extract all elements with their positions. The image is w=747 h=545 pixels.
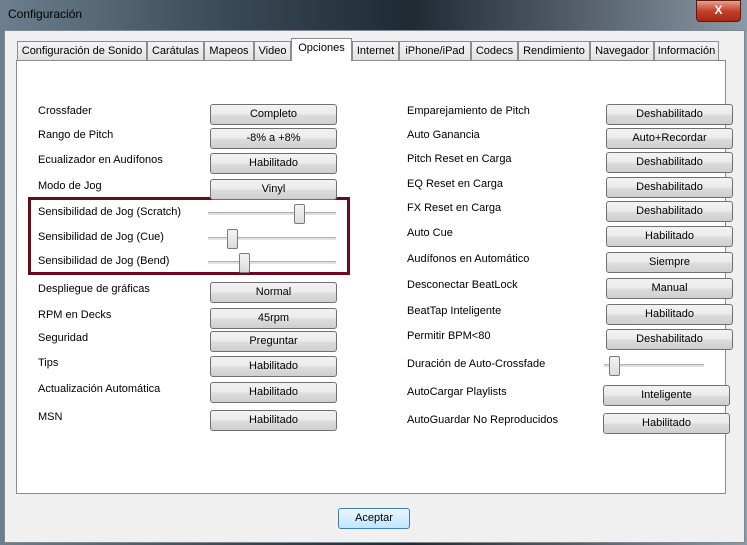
setting-button[interactable]: Habilitado bbox=[606, 304, 733, 325]
setting-label: Duración de Auto-Crossfade bbox=[407, 358, 546, 370]
setting-button[interactable]: Habilitado bbox=[210, 382, 337, 403]
tab-iphone-ipad[interactable]: iPhone/iPad bbox=[399, 41, 471, 60]
setting-button[interactable]: Auto+Recordar bbox=[606, 128, 733, 149]
title-bar bbox=[0, 0, 747, 30]
setting-label: Audífonos en Automático bbox=[407, 253, 530, 265]
setting-button[interactable]: Deshabilitado bbox=[606, 201, 733, 222]
tab-car-tulas[interactable]: Carátulas bbox=[147, 41, 204, 60]
setting-button[interactable]: Preguntar bbox=[210, 331, 337, 352]
setting-label: RPM en Decks bbox=[38, 309, 112, 321]
setting-button[interactable]: Habilitado bbox=[210, 410, 337, 431]
slider-thumb[interactable] bbox=[226, 229, 238, 249]
slider-thumb[interactable] bbox=[609, 356, 621, 376]
tab-codecs[interactable]: Codecs bbox=[471, 41, 518, 60]
setting-label: EQ Reset en Carga bbox=[407, 178, 503, 190]
slider-track[interactable] bbox=[208, 212, 336, 216]
setting-label: Pitch Reset en Carga bbox=[407, 153, 512, 165]
setting-label: AutoCargar Playlists bbox=[407, 386, 507, 398]
setting-label: Crossfader bbox=[38, 105, 92, 117]
setting-button[interactable]: Deshabilitado bbox=[606, 177, 733, 198]
tab-informaci-n[interactable]: Información bbox=[654, 41, 719, 60]
setting-button[interactable]: Habilitado bbox=[603, 413, 730, 434]
setting-label: Tips bbox=[38, 357, 59, 369]
setting-label: FX Reset en Carga bbox=[407, 202, 502, 214]
slider-track[interactable] bbox=[208, 261, 336, 265]
setting-label: Auto Ganancia bbox=[407, 129, 480, 141]
setting-button[interactable]: Vinyl bbox=[210, 179, 337, 200]
setting-label: Emparejamiento de Pitch bbox=[407, 105, 530, 117]
setting-label: Sensibilidad de Jog (Cue) bbox=[38, 231, 164, 243]
setting-button[interactable]: Siempre bbox=[606, 252, 733, 273]
setting-label: Ecualizador en Audífonos bbox=[38, 154, 163, 166]
setting-label: Permitir BPM<80 bbox=[407, 330, 491, 342]
close-button[interactable]: X bbox=[696, 0, 741, 22]
setting-button[interactable]: 45rpm bbox=[210, 308, 337, 329]
setting-label: Actualización Automática bbox=[38, 383, 161, 395]
setting-button[interactable]: Inteligente bbox=[603, 385, 730, 406]
setting-label: Despliegue de gráficas bbox=[38, 283, 150, 295]
tab-opciones[interactable]: Opciones bbox=[291, 38, 352, 61]
setting-label: AutoGuardar No Reproducidos bbox=[407, 414, 559, 426]
accept-button[interactable]: Aceptar bbox=[338, 508, 410, 529]
setting-label: Modo de Jog bbox=[38, 180, 102, 192]
setting-button[interactable]: Normal bbox=[210, 282, 337, 303]
tab-video[interactable]: Video bbox=[254, 41, 291, 60]
setting-button[interactable]: Deshabilitado bbox=[606, 152, 733, 173]
setting-label: Desconectar BeatLock bbox=[407, 279, 518, 291]
setting-button[interactable]: Habilitado bbox=[210, 153, 337, 174]
tab-internet[interactable]: Internet bbox=[352, 41, 399, 60]
setting-label: BeatTap Inteligente bbox=[407, 305, 502, 317]
setting-label: Sensibilidad de Jog (Scratch) bbox=[38, 206, 182, 218]
tab-navegador[interactable]: Navegador bbox=[590, 41, 654, 60]
slider-thumb[interactable] bbox=[294, 204, 306, 224]
setting-button[interactable]: Deshabilitado bbox=[606, 329, 733, 350]
tab-rendimiento[interactable]: Rendimiento bbox=[518, 41, 590, 60]
setting-button[interactable]: Deshabilitado bbox=[606, 104, 733, 125]
tab-configuraci-n-de-sonido[interactable]: Configuración de Sonido bbox=[17, 41, 147, 60]
slider-thumb[interactable] bbox=[238, 253, 250, 273]
setting-label: Auto Cue bbox=[407, 227, 453, 239]
setting-label: Seguridad bbox=[38, 332, 89, 344]
setting-label: Rango de Pitch bbox=[38, 129, 114, 141]
setting-label: MSN bbox=[38, 411, 63, 423]
setting-button[interactable]: -8% a +8% bbox=[210, 128, 337, 149]
setting-label: Sensibilidad de Jog (Bend) bbox=[38, 255, 170, 267]
tab-mapeos[interactable]: Mapeos bbox=[204, 41, 254, 60]
window-title: Configuración bbox=[8, 7, 83, 21]
setting-button[interactable]: Manual bbox=[606, 278, 733, 299]
setting-button[interactable]: Habilitado bbox=[210, 356, 337, 377]
setting-button[interactable]: Habilitado bbox=[606, 226, 733, 247]
setting-button[interactable]: Completo bbox=[210, 104, 337, 125]
